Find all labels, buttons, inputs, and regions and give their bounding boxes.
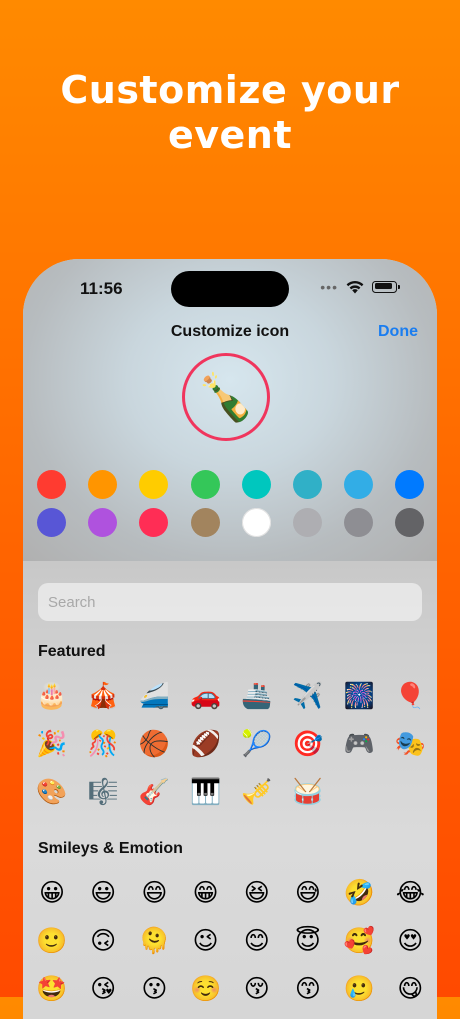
emoji-option[interactable]: 😙 — [291, 972, 325, 1006]
emoji-option[interactable]: 😃 — [86, 876, 120, 910]
emoji-option[interactable]: 🫠 — [137, 924, 171, 958]
color-swatch[interactable] — [241, 470, 271, 499]
emoji-option[interactable]: 😉 — [189, 924, 223, 958]
color-swatch[interactable] — [139, 508, 169, 537]
emoji-option[interactable]: 🎈 — [393, 679, 427, 713]
emoji-option[interactable]: 🤩 — [35, 972, 69, 1006]
color-swatch[interactable] — [241, 508, 271, 537]
color-swatch[interactable] — [139, 470, 169, 499]
selected-icon-preview[interactable]: 🍾 — [182, 353, 270, 441]
emoji-option[interactable]: 🤣 — [342, 876, 376, 910]
emoji-option[interactable]: 🥰 — [342, 924, 376, 958]
emoji-option[interactable]: 🎯 — [291, 727, 325, 761]
emoji-option[interactable]: 🎾 — [240, 727, 274, 761]
search-input[interactable]: Search — [38, 583, 422, 621]
emoji-option[interactable]: 😂 — [393, 876, 427, 910]
emoji-option[interactable]: 🎺 — [240, 775, 274, 809]
emoji-option[interactable]: 🎭 — [393, 727, 427, 761]
emoji-option[interactable]: 😀 — [35, 876, 69, 910]
emoji-option[interactable]: 😋 — [393, 972, 427, 1006]
emoji-option[interactable]: 🎨 — [35, 775, 69, 809]
color-swatch[interactable] — [190, 508, 220, 537]
status-icons: ••• — [320, 278, 400, 295]
emoji-option[interactable]: 🙃 — [86, 924, 120, 958]
headline: Customize your event — [0, 68, 460, 158]
emoji-option[interactable]: 🎊 — [86, 727, 120, 761]
signal-dots-icon: ••• — [320, 278, 338, 295]
champagne-icon: 🍾 — [197, 371, 255, 423]
headline-line-1: Customize your — [60, 68, 400, 112]
emoji-option[interactable]: 🥲 — [342, 972, 376, 1006]
color-swatch[interactable] — [37, 508, 66, 537]
emoji-option[interactable]: 😗 — [137, 972, 171, 1006]
featured-emoji-grid: 🎂 🎪 🚄 🚗 🚢 ✈️ 🎆 🎈 🎉 🎊 🏀 🏈 🎾 🎯 🎮 🎭 🎨 🎼 🎸 🎹 🎺 🥁 — [35, 679, 427, 809]
emoji-option[interactable]: 🚄 — [137, 679, 171, 713]
emoji-option[interactable]: 🎼 — [86, 775, 120, 809]
status-time: 11:56 — [80, 279, 123, 298]
emoji-option[interactable]: 🥁 — [291, 775, 325, 809]
emoji-option[interactable]: 🎉 — [35, 727, 69, 761]
smileys-emoji-grid: 😀 😃 😄 😁 😆 😅 🤣 😂 🙂 🙃 🫠 😉 😊 😇 🥰 😍 🤩 😘 😗 ☺️ 😚 😙 🥲 😋 — [35, 876, 427, 1006]
color-swatch[interactable] — [344, 470, 374, 499]
emoji-option[interactable]: 🏀 — [137, 727, 171, 761]
done-button[interactable]: Done — [378, 323, 418, 341]
section-title-smileys: Smileys & Emotion — [38, 840, 183, 857]
emoji-option[interactable]: 🎂 — [35, 679, 69, 713]
emoji-option[interactable]: ✈️ — [291, 679, 325, 713]
color-swatch[interactable] — [37, 470, 66, 499]
search-placeholder: Search — [48, 593, 96, 611]
color-swatch[interactable] — [190, 470, 220, 499]
battery-icon — [372, 280, 400, 293]
emoji-option[interactable]: 🏈 — [189, 727, 223, 761]
color-swatch[interactable] — [344, 508, 374, 537]
color-swatch[interactable] — [88, 508, 118, 537]
emoji-option[interactable]: 😁 — [189, 876, 223, 910]
emoji-option[interactable]: 🚗 — [189, 679, 223, 713]
color-swatch[interactable] — [395, 508, 425, 537]
emoji-option[interactable]: 😇 — [291, 924, 325, 958]
wifi-icon — [346, 280, 364, 294]
emoji-option[interactable]: 😊 — [240, 924, 274, 958]
emoji-option[interactable]: 🎪 — [86, 679, 120, 713]
emoji-option[interactable]: 🚢 — [240, 679, 274, 713]
emoji-option[interactable]: 🙂 — [35, 924, 69, 958]
color-swatch[interactable] — [292, 508, 322, 537]
color-picker — [37, 470, 427, 537]
emoji-option[interactable]: 🎹 — [189, 775, 223, 809]
emoji-option[interactable]: 🎮 — [342, 727, 376, 761]
phone-frame: 11:56 ••• Customize icon Done 🍾 Search F… — [23, 259, 437, 1019]
emoji-option[interactable]: 😅 — [291, 876, 325, 910]
emoji-option[interactable]: 😆 — [240, 876, 274, 910]
nav-title: Customize icon — [170, 323, 290, 340]
emoji-option[interactable]: ☺️ — [189, 972, 223, 1006]
emoji-option[interactable]: 😄 — [137, 876, 171, 910]
emoji-option[interactable]: 😍 — [393, 924, 427, 958]
color-swatch[interactable] — [395, 470, 425, 499]
headline-line-2: event — [167, 113, 293, 157]
emoji-option[interactable]: 😘 — [86, 972, 120, 1006]
emoji-option[interactable]: 😚 — [240, 972, 274, 1006]
dynamic-island — [171, 271, 289, 307]
color-swatch[interactable] — [88, 470, 118, 499]
section-title-featured: Featured — [38, 643, 106, 660]
emoji-option[interactable]: 🎸 — [137, 775, 171, 809]
emoji-option[interactable]: 🎆 — [342, 679, 376, 713]
color-swatch[interactable] — [292, 470, 322, 499]
